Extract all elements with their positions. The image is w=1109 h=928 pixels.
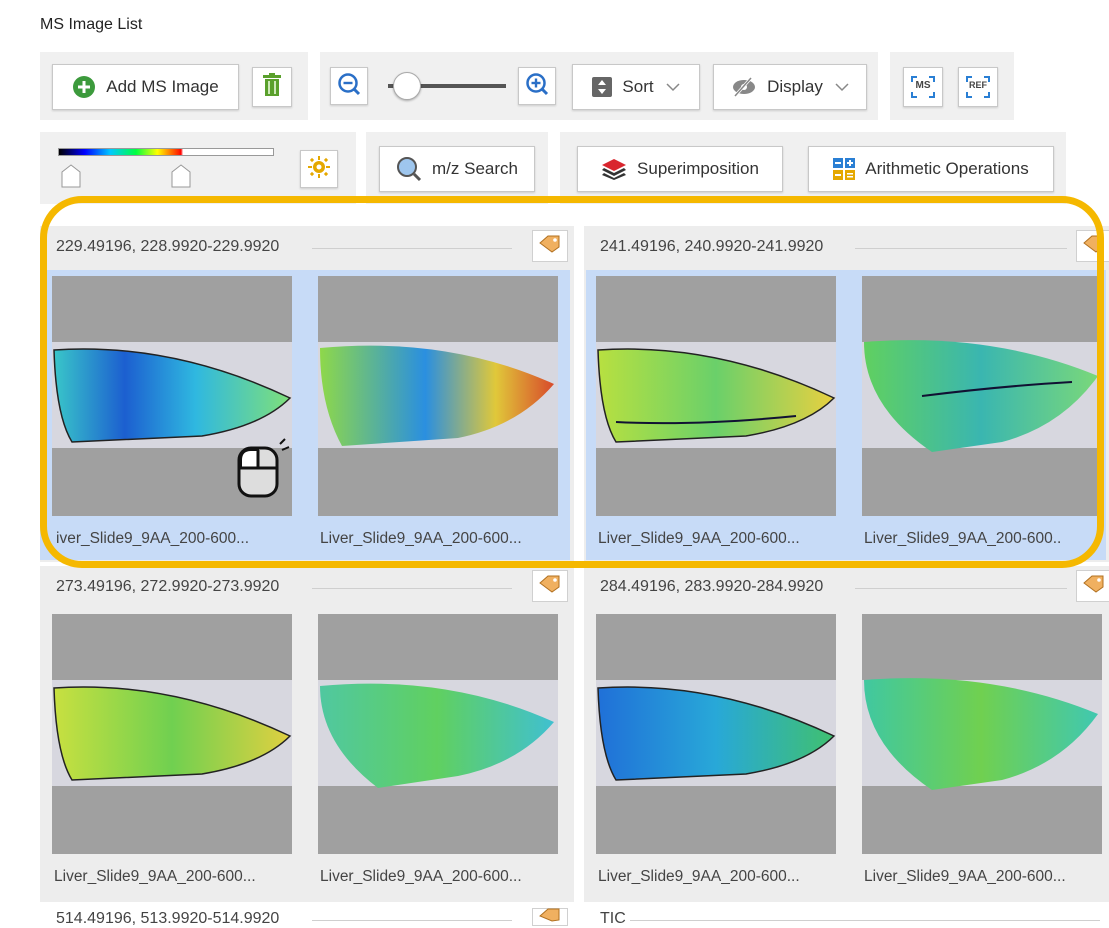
arithmetic-operations-button[interactable]: Arithmetic Operations [808, 146, 1054, 192]
superimposition-button[interactable]: Superimposition [577, 146, 783, 192]
group-header-5: 514.49196, 513.9920-514.9920 [56, 910, 280, 927]
thumbnail-caption: Liver_Slide9_9AA_200-600... [320, 868, 522, 885]
superimposition-label: Superimposition [637, 159, 759, 178]
group-header-6: TIC [600, 910, 626, 927]
sort-label: Sort [622, 77, 654, 96]
sort-icon [592, 77, 613, 97]
group-header-2: 241.49196, 240.9920-241.9920 [600, 238, 824, 255]
chevron-down-icon [835, 77, 849, 97]
group-header-4: 284.49196, 283.9920-284.9920 [600, 578, 824, 595]
group-header-divider [855, 588, 1067, 589]
ms-image [596, 276, 836, 516]
zoom-in-icon [525, 72, 549, 101]
ms-image [318, 614, 558, 854]
thumbnail-caption: iver_Slide9_9AA_200-600... [56, 530, 250, 547]
mz-search-button[interactable]: m/z Search [379, 146, 535, 192]
mz-search-label: m/z Search [432, 159, 518, 178]
thumbnail-caption: Liver_Slide9_9AA_200-600... [54, 868, 256, 885]
ms-image [596, 614, 836, 854]
tag-icon [1083, 575, 1105, 598]
ms-image [862, 276, 1102, 516]
ms-image [52, 614, 292, 854]
colorbar-settings-button[interactable] [300, 150, 338, 188]
thumbnail-caption: Liver_Slide9_9AA_200-600.. [864, 530, 1062, 547]
tag-button[interactable] [1076, 570, 1109, 602]
thumbnail-caption: Liver_Slide9_9AA_200-600... [598, 530, 800, 547]
add-icon [72, 75, 96, 99]
tag-button[interactable] [532, 908, 568, 926]
tag-icon [539, 575, 561, 598]
colorbar [58, 148, 274, 156]
add-ms-image-button[interactable]: Add MS Image [52, 64, 239, 110]
mouse-left-click-icon [236, 438, 292, 498]
ref-mode-label: REF [969, 80, 987, 90]
chevron-down-icon [666, 77, 680, 97]
thumbnail-caption: Liver_Slide9_9AA_200-600... [598, 868, 800, 885]
colorbar-low-handle[interactable] [61, 164, 81, 188]
zoom-out-button[interactable] [330, 67, 368, 105]
group-header-divider [312, 248, 512, 249]
zoom-slider-thumb[interactable] [392, 72, 421, 100]
display-dropdown[interactable]: Display [713, 64, 867, 110]
trash-icon [262, 72, 282, 102]
ms-mode-button[interactable]: MS [903, 67, 943, 107]
thumbnail-caption: Liver_Slide9_9AA_200-600... [864, 868, 1066, 885]
group-header-divider [312, 588, 512, 589]
group-header-3: 273.49196, 272.9920-273.9920 [56, 578, 280, 595]
add-ms-image-label: Add MS Image [106, 77, 219, 96]
tag-button[interactable] [1076, 230, 1109, 262]
ms-image [318, 276, 558, 516]
ref-frame-icon: REF [966, 76, 990, 98]
tag-icon [539, 235, 561, 258]
tag-button[interactable] [532, 230, 568, 262]
colorbar-high-handle[interactable] [171, 164, 191, 188]
delete-button[interactable] [252, 67, 292, 107]
display-label: Display [767, 77, 823, 96]
layers-icon [601, 158, 627, 180]
group-header-divider [855, 248, 1067, 249]
sort-dropdown[interactable]: Sort [572, 64, 700, 110]
arithmetic-operations-label: Arithmetic Operations [865, 159, 1029, 178]
tag-icon [539, 908, 561, 927]
group-header-divider [312, 920, 512, 921]
tag-icon [1083, 235, 1105, 258]
sun-gear-icon [308, 155, 330, 183]
panel-title: MS Image List [40, 16, 143, 33]
calculator-icon [833, 158, 856, 180]
tag-button[interactable] [532, 570, 568, 602]
group-header-divider [630, 920, 1100, 921]
ms-image [862, 614, 1102, 854]
ref-mode-button[interactable]: REF [958, 67, 998, 107]
search-icon [396, 156, 422, 182]
zoom-out-icon [337, 72, 361, 101]
zoom-in-button[interactable] [518, 67, 556, 105]
eye-hidden-icon [731, 77, 757, 97]
ms-mode-label: MS [915, 80, 931, 91]
ms-frame-icon: MS [911, 76, 935, 98]
thumbnail-caption: Liver_Slide9_9AA_200-600... [320, 530, 522, 547]
group-header-1: 229.49196, 228.9920-229.9920 [56, 238, 280, 255]
